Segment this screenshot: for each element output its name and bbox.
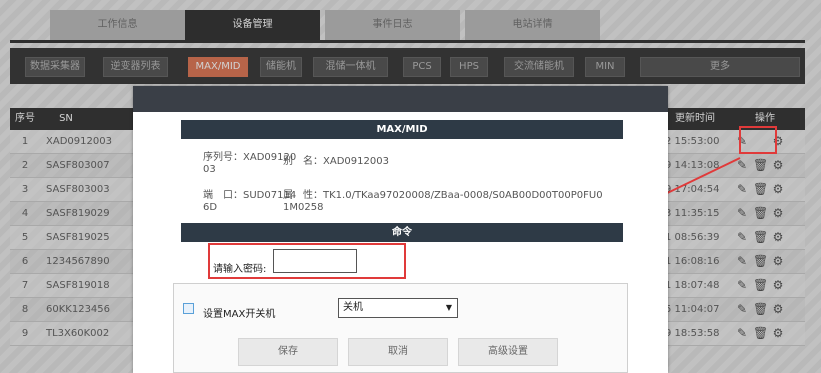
device-control-modal: MAX/MID 序列号：XAD09120 03 别 名：XAD0912003 端… [133,86,668,373]
modal-title: MAX/MID [181,120,623,139]
modal-header [133,86,668,112]
attr-line-2: 1M0258 [283,202,324,213]
command-section-title: 命令 [181,223,623,242]
power-select[interactable]: 关机 ▼ [338,298,458,318]
save-button[interactable]: 保存 [238,338,338,366]
command-checkbox[interactable] [183,303,194,314]
cancel-button[interactable]: 取消 [348,338,448,366]
command-label: 设置MAX开关机 [203,309,276,320]
password-highlight [208,243,406,279]
power-select-value: 关机 [343,302,363,313]
attributes: 属 性：TK1.0/TKaa97020008/ZBaa-0008/S0AB00D… [283,190,613,214]
alias: 别 名：XAD0912003 [283,156,389,167]
chevron-down-icon: ▼ [445,303,452,312]
attr-line-1: 属 性：TK1.0/TKaa97020008/ZBaa-0008/S0AB00D… [283,190,603,201]
advanced-settings-button[interactable]: 高级设置 [458,338,558,366]
